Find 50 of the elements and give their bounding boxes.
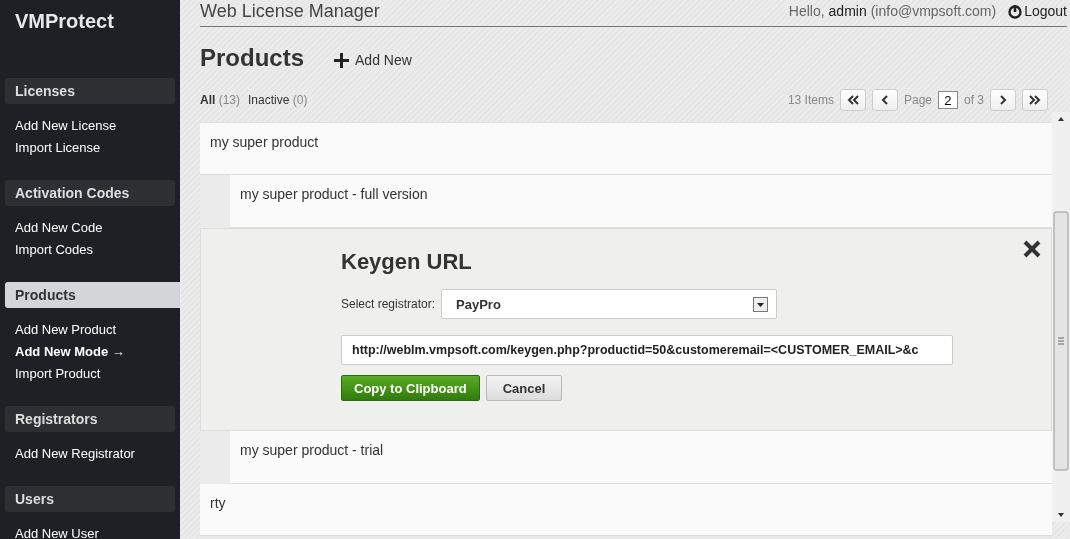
page-label: Page xyxy=(903,93,932,107)
add-new-link[interactable]: Add New xyxy=(334,52,412,68)
field-label: Select registrator: xyxy=(341,297,436,311)
chevron-icon xyxy=(997,95,1009,105)
plus-icon xyxy=(334,52,349,68)
username: admin xyxy=(828,3,867,19)
section-header[interactable]: Users xyxy=(5,486,175,512)
page-title: Products xyxy=(200,44,304,72)
sidebar-link[interactable]: Import Product xyxy=(15,366,165,382)
logout-link[interactable]: Logout xyxy=(1008,3,1067,19)
chevron-icon xyxy=(846,95,859,105)
cancel-button[interactable]: Cancel xyxy=(485,375,563,401)
sidebar-link[interactable]: Add New Product xyxy=(15,322,165,338)
product-row[interactable]: rty xyxy=(200,484,1052,536)
page-total: of 3 xyxy=(964,93,984,107)
sidebar-link[interactable]: Add New Mode → xyxy=(15,344,165,360)
filter-link[interactable]: All (13) xyxy=(200,93,241,107)
logo: VMProtect xyxy=(14,9,115,34)
scrollbar[interactable] xyxy=(1052,112,1070,522)
chevron-icon xyxy=(1029,95,1041,105)
product-row[interactable]: my super product xyxy=(200,123,1052,175)
page-field[interactable]: 2 xyxy=(938,91,958,109)
panel-title: Keygen URL xyxy=(341,249,472,275)
power-icon xyxy=(1008,3,1023,19)
sidebar-link[interactable]: Add New Registrator xyxy=(15,446,165,462)
app-title: Web License Manager xyxy=(200,0,380,22)
previous-page-button[interactable] xyxy=(871,89,898,111)
user-email: (info@vmpsoft.com) xyxy=(870,3,997,19)
sidebar-link[interactable]: Import Codes xyxy=(15,242,165,258)
close-icon[interactable] xyxy=(1023,240,1041,258)
greeting-text: Hello, xyxy=(788,3,825,19)
section-header[interactable]: Products xyxy=(5,282,180,308)
registrator-select[interactable]: PayPro xyxy=(441,289,778,319)
last-page-button[interactable] xyxy=(1022,89,1048,111)
filter-link[interactable]: Inactive (0) xyxy=(248,93,308,107)
copy-button[interactable]: Copy to Clipboard xyxy=(341,375,480,401)
sidebar-link[interactable]: Add New Code xyxy=(15,220,165,236)
dropdown-icon xyxy=(753,296,769,312)
next-page-button[interactable] xyxy=(990,89,1016,111)
section-header[interactable]: Activation Codes xyxy=(5,180,175,206)
first-page-button[interactable] xyxy=(839,89,866,111)
sidebar-link[interactable]: Add New License xyxy=(15,118,165,134)
section-header[interactable]: Registrators xyxy=(5,406,175,432)
sidebar-link[interactable]: Import License xyxy=(15,140,165,156)
mode-row[interactable]: my super product - full version xyxy=(230,175,1052,228)
item-count: 13 Items xyxy=(787,93,834,107)
sidebar-link[interactable]: Add New User xyxy=(15,526,165,539)
url-field[interactable]: http://weblm.vmpsoft.com/keygen.php?productid=50&customeremail=<CUSTOMER_EMAIL>&c xyxy=(341,335,953,365)
section-header[interactable]: Licenses xyxy=(5,78,175,104)
mode-row[interactable]: my super product - trial xyxy=(230,431,1052,484)
